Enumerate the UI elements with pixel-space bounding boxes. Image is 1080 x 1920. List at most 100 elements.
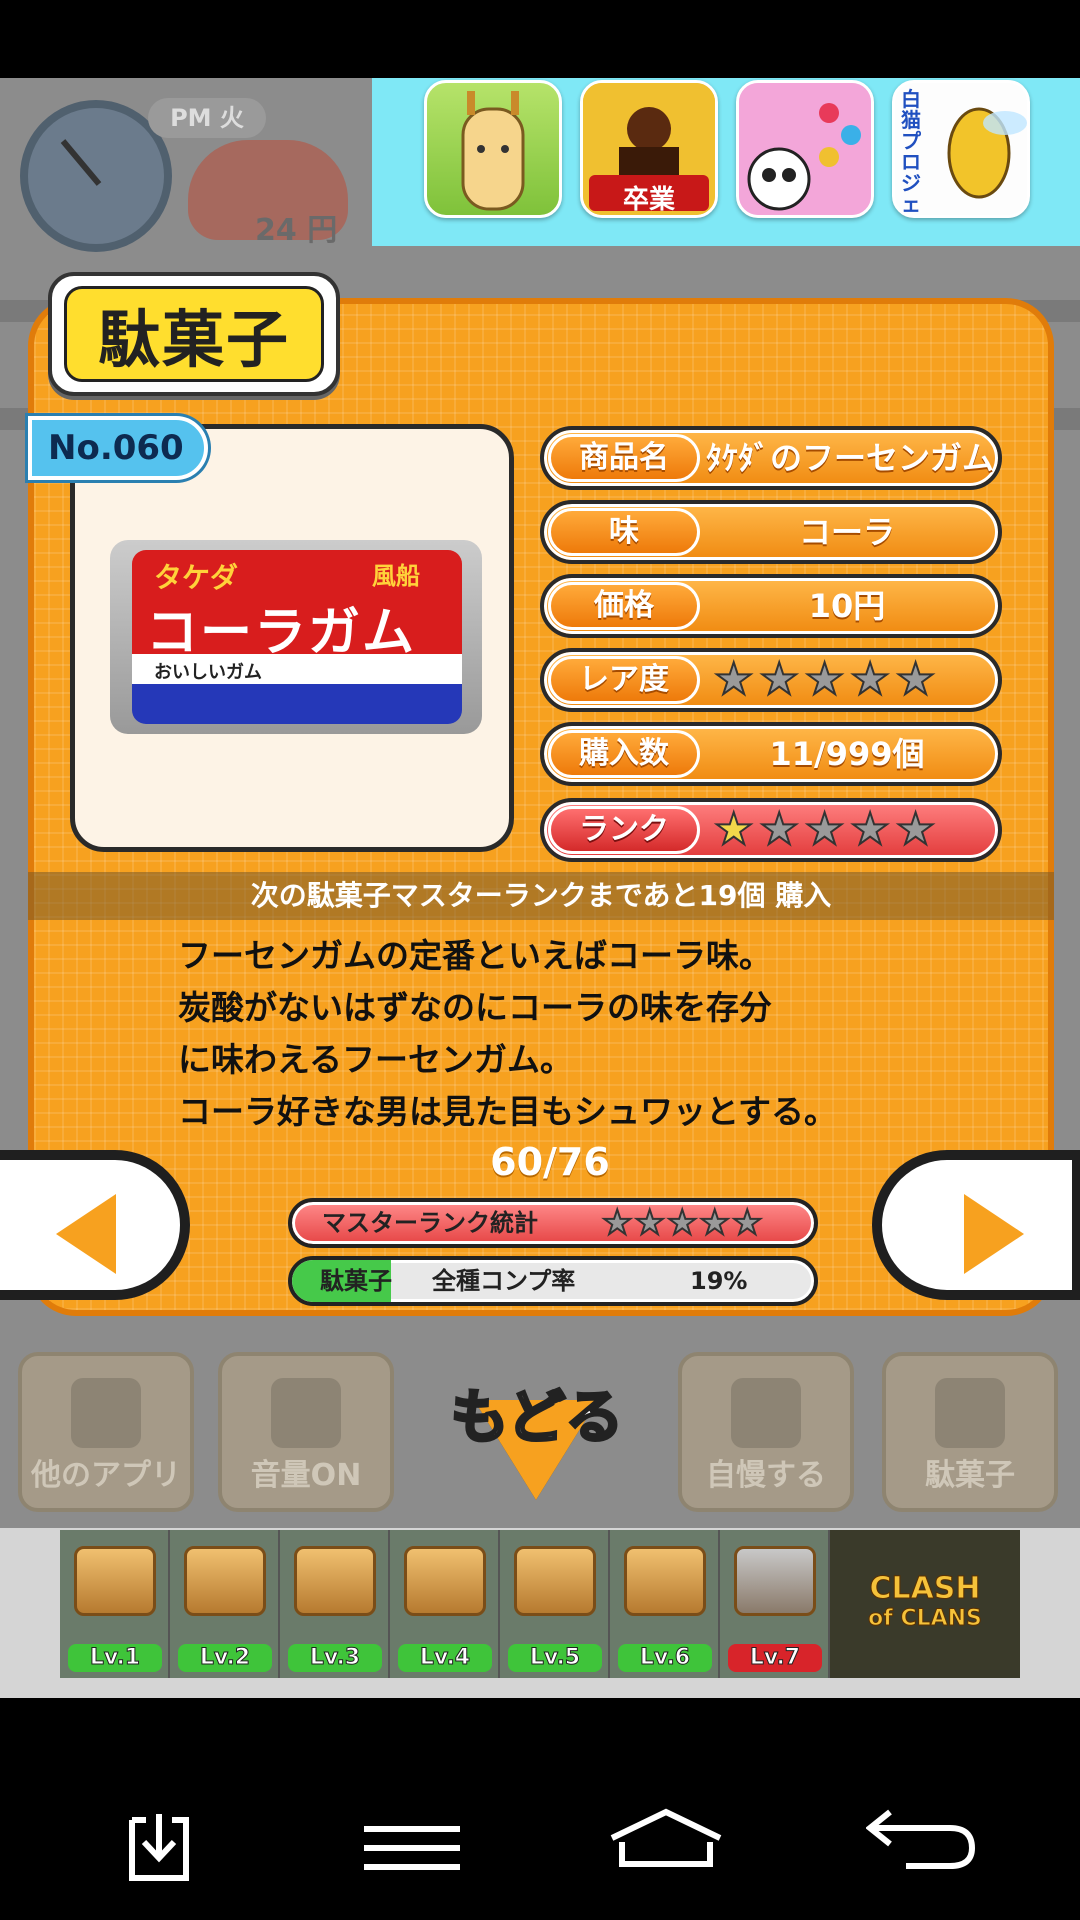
completion-category: 駄菓子	[320, 1267, 392, 1295]
town-hall-level-tile: Lv.3	[280, 1530, 390, 1678]
level-label: Lv.7	[728, 1644, 822, 1672]
town-hall-level-tile: Lv.6	[610, 1530, 720, 1678]
town-hall-level-tile: Lv.4	[390, 1530, 500, 1678]
info-label: レア度	[548, 656, 700, 704]
shironeko-project-icon[interactable]: 白猫プロジェクト	[892, 80, 1030, 218]
star-icon: ★	[666, 1202, 699, 1244]
star-icon: ★	[713, 804, 754, 855]
info-row-price: 価格 10円	[540, 574, 1002, 638]
star-icon: ★	[849, 654, 890, 705]
completion-rate-bar: 駄菓子 全種コンプ率 19%	[288, 1256, 818, 1306]
other-apps-label: 他のアプリ	[31, 1458, 181, 1493]
info-label: 購入数	[548, 730, 700, 778]
download-tray-icon[interactable]	[126, 1810, 192, 1884]
town-hall-icon	[294, 1546, 376, 1616]
rank-stars: ★ ★ ★ ★ ★	[713, 804, 936, 855]
star-icon: ★	[804, 654, 845, 705]
category-title: 駄菓子	[64, 286, 324, 382]
town-hall-level-tile: Lv.1	[60, 1530, 170, 1678]
town-hall-level-tile: Lv.7	[720, 1530, 830, 1678]
brag-button[interactable]: 自慢する	[678, 1352, 854, 1512]
star-icon: ★	[731, 1202, 764, 1244]
back-arrow-icon[interactable]	[866, 1808, 976, 1870]
info-value: コーラ	[798, 513, 895, 551]
panda-puzzle-icon[interactable]	[736, 80, 874, 218]
level-label: Lv.4	[398, 1644, 492, 1672]
master-rank-stars: ★ ★ ★ ★ ★	[601, 1200, 764, 1246]
info-label: 商品名	[548, 434, 700, 482]
description-line: コーラ好きな男は見た目もシュワッとする。	[178, 1092, 838, 1131]
arrow-right-icon	[964, 1194, 1024, 1274]
town-hall-icon	[734, 1546, 816, 1616]
level-label: Lv.1	[68, 1644, 162, 1672]
star-icon: ★	[895, 804, 936, 855]
master-rank-label: マスターランク統計	[322, 1209, 538, 1237]
info-value: 11/999個	[769, 735, 925, 773]
gum-name-text: コーラガム	[146, 603, 417, 663]
arcade-icon	[71, 1378, 141, 1448]
cola-gum-image: タケダ 風船 コーラガム おいしいガム	[110, 540, 482, 734]
description-line: に味わえるフーセンガム。	[178, 1040, 574, 1079]
previous-item-button[interactable]	[0, 1150, 190, 1300]
graduation-game-icon[interactable]: 卒業	[580, 80, 718, 218]
town-hall-icon	[74, 1546, 156, 1616]
town-hall-icon	[514, 1546, 596, 1616]
info-label: ランク	[548, 806, 700, 854]
dagashi-label: 駄菓子	[925, 1458, 1015, 1493]
graduation-game-label: 卒業	[622, 185, 675, 215]
town-hall-level-tile: Lv.2	[170, 1530, 280, 1678]
level-label: Lv.2	[178, 1644, 272, 1672]
completion-percent: 19%	[690, 1267, 748, 1295]
description-line: フーセンガムの定番といえばコーラ味。	[178, 936, 772, 975]
bottom-ad-banner[interactable]: Lv.1 Lv.2 Lv.3 Lv.4 Lv.5 Lv.6 Lv.7 CLASH…	[0, 1528, 1080, 1698]
info-value: ﾀｹﾀﾞのフーセンガム	[706, 439, 995, 477]
giraffe-app-icon[interactable]	[424, 80, 562, 218]
logo-line: of CLANS	[868, 1606, 983, 1632]
shironeko-label: 白猫プロジェクト	[901, 87, 921, 216]
twitter-bird-icon	[731, 1378, 801, 1448]
star-icon: ★	[698, 1202, 731, 1244]
item-number-badge: No.060	[28, 416, 208, 480]
description-line: 炭酸がないはずなのにコーラの味を存分	[178, 988, 772, 1027]
speaker-icon	[271, 1378, 341, 1448]
item-description: フーセンガムの定番といえばコーラ味。 炭酸がないはずなのにコーラの味を存分 に味…	[178, 930, 958, 1138]
info-row-product-name: 商品名 ﾀｹﾀﾞのフーセンガム	[540, 426, 1002, 490]
info-value: 10円	[808, 587, 886, 625]
ad-banner[interactable]: 卒業 白猫プロジェクト	[372, 78, 1080, 246]
star-icon: ★	[713, 654, 754, 705]
level-label: Lv.3	[288, 1644, 382, 1672]
level-label: Lv.5	[508, 1644, 602, 1672]
arrow-left-icon	[56, 1194, 116, 1274]
volume-button[interactable]: 音量ON	[218, 1352, 394, 1512]
gum-sub-text: おいしいガム	[154, 662, 262, 683]
level-label: Lv.6	[618, 1644, 712, 1672]
next-item-button[interactable]	[872, 1150, 1080, 1300]
home-icon[interactable]	[608, 1808, 724, 1868]
info-row-rarity: レア度 ★ ★ ★ ★ ★	[540, 648, 1002, 712]
town-hall-level-tile: Lv.5	[500, 1530, 610, 1678]
clock-label: PM 火	[148, 98, 266, 138]
back-button[interactable]: もどる	[426, 1360, 646, 1520]
info-label: 味	[548, 508, 700, 556]
back-label: もどる	[449, 1382, 625, 1453]
star-icon: ★	[849, 804, 890, 855]
rarity-stars: ★ ★ ★ ★ ★	[713, 654, 936, 705]
clash-of-clans-logo: CLASH of CLANS	[830, 1530, 1020, 1678]
logo-line: CLASH	[869, 1571, 981, 1606]
info-row-purchase-count: 購入数 11/999個	[540, 722, 1002, 786]
town-hall-icon	[624, 1546, 706, 1616]
category-title-badge: 駄菓子	[48, 272, 340, 396]
system-navigation-bar	[0, 1698, 1080, 1920]
town-hall-icon	[184, 1546, 266, 1616]
book-icon	[935, 1378, 1005, 1448]
info-label: 価格	[548, 582, 700, 630]
clash-of-clans-ad[interactable]: Lv.1 Lv.2 Lv.3 Lv.4 Lv.5 Lv.6 Lv.7 CLASH…	[60, 1530, 1020, 1678]
dagashi-collection-button[interactable]: 駄菓子	[882, 1352, 1058, 1512]
star-icon: ★	[633, 1202, 666, 1244]
master-rank-stats-button[interactable]: マスターランク統計 ★ ★ ★ ★ ★	[288, 1198, 818, 1248]
money-display: 24 円	[255, 213, 338, 248]
completion-label: 全種コンプ率	[432, 1267, 576, 1295]
other-apps-button[interactable]: 他のアプリ	[18, 1352, 194, 1512]
brag-label: 自慢する	[706, 1458, 826, 1493]
menu-icon[interactable]	[364, 1824, 460, 1872]
